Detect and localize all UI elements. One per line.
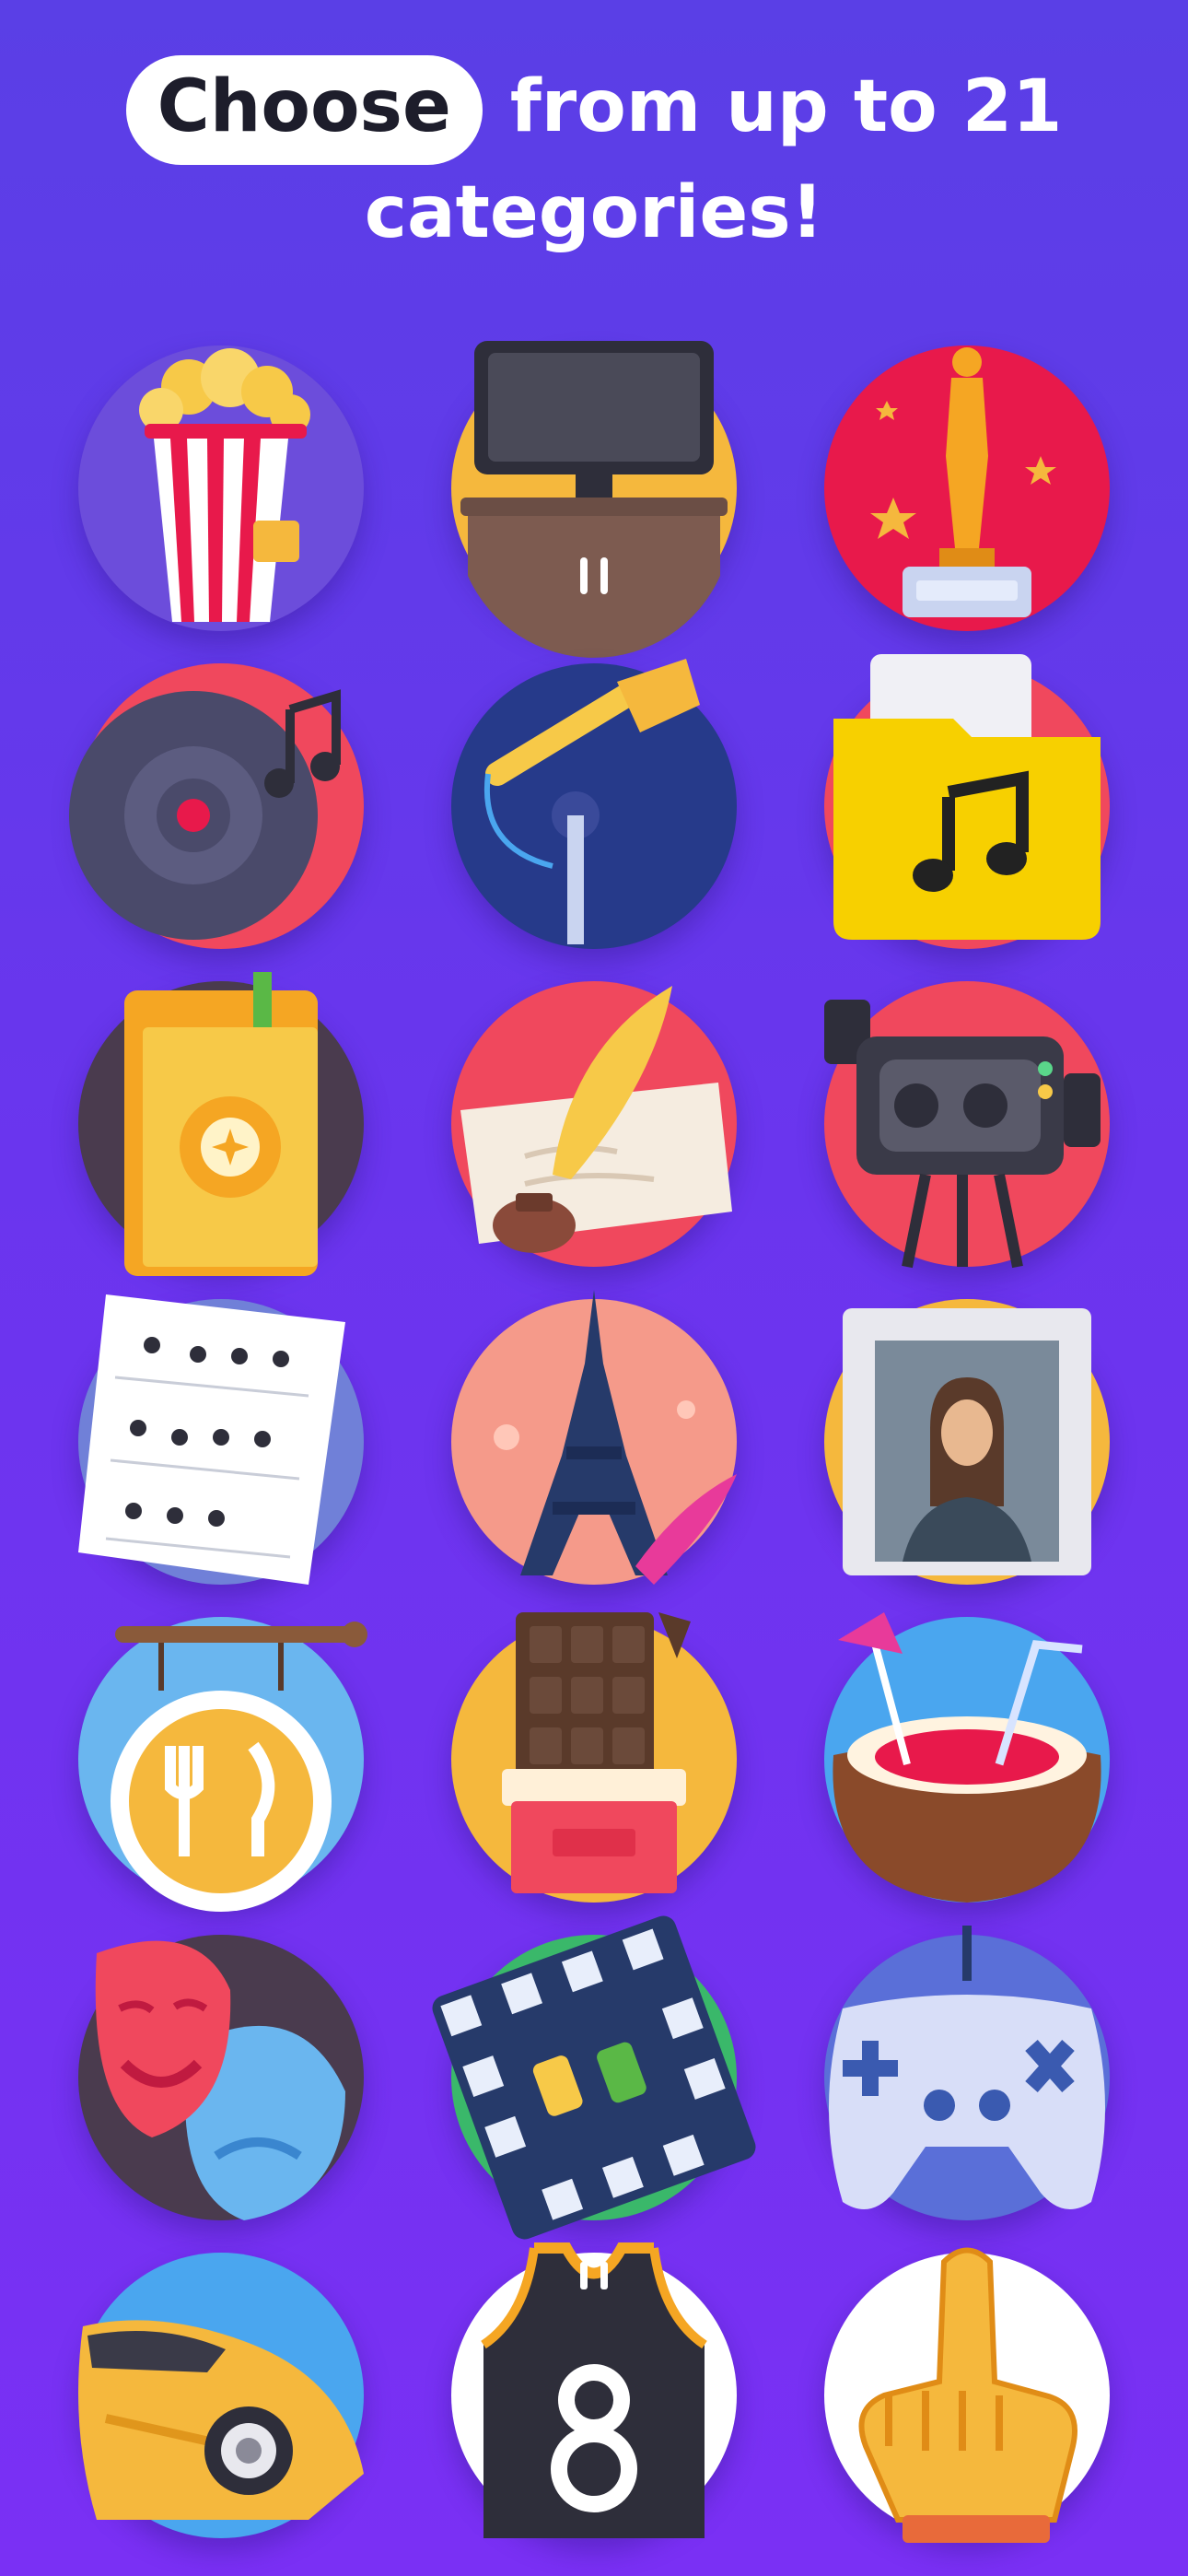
basketball-jersey-icon — [481, 2242, 707, 2538]
category-tile[interactable] — [442, 654, 746, 958]
category-tile[interactable] — [815, 1926, 1119, 2230]
vinyl-record-icon — [69, 689, 341, 940]
category-tile[interactable] — [69, 1608, 373, 1912]
category-tile[interactable] — [69, 1926, 373, 2230]
category-tile[interactable] — [432, 1915, 756, 2240]
headline-line-2: categories! — [364, 171, 824, 255]
microphone-icon — [483, 659, 700, 944]
race-car-icon — [78, 2320, 364, 2520]
headline-line-1-text: from up to 21 — [509, 65, 1063, 148]
book-icon — [124, 972, 318, 1276]
video-camera-icon — [824, 1000, 1101, 1269]
eiffel-tower-icon — [494, 1290, 737, 1585]
category-tile[interactable] — [442, 1290, 746, 1594]
oscar-trophy-icon — [870, 347, 1056, 617]
category-tile[interactable] — [69, 972, 373, 1276]
headline: Choose from up to 21 categories! — [0, 55, 1188, 263]
category-tile[interactable] — [442, 336, 746, 658]
category-tile[interactable] — [69, 1290, 373, 1594]
category-tile[interactable] — [815, 972, 1119, 1276]
chocolate-bar-icon — [502, 1612, 691, 1893]
category-tile[interactable] — [69, 654, 373, 958]
category-tile[interactable] — [442, 972, 746, 1276]
portrait-painting-icon — [843, 1308, 1091, 1575]
category-tile[interactable] — [815, 2243, 1119, 2547]
television-icon — [460, 341, 728, 658]
category-tile[interactable] — [442, 2242, 746, 2547]
category-tile[interactable] — [815, 336, 1119, 640]
coconut-drink-icon — [833, 1612, 1101, 1903]
foam-finger-icon — [858, 2247, 1077, 2543]
category-tile[interactable] — [442, 1608, 746, 1912]
category-tile[interactable] — [815, 654, 1119, 958]
quill-scroll-icon — [460, 986, 732, 1253]
game-controller-icon — [829, 1926, 1105, 2209]
popcorn-icon — [139, 348, 310, 622]
highlight-pill: Choose — [125, 55, 483, 166]
restaurant-sign-icon — [111, 1622, 367, 1912]
music-folder-icon — [833, 654, 1101, 940]
theater-masks-icon — [95, 1940, 345, 2220]
sheet-music-icon — [78, 1294, 345, 1585]
category-tile[interactable] — [69, 2243, 373, 2547]
headline-line-1: Choose from up to 21 — [0, 55, 1188, 166]
category-tile[interactable] — [69, 336, 373, 640]
category-tile[interactable] — [815, 1290, 1119, 1594]
category-tile[interactable] — [815, 1608, 1119, 1912]
board-game-icon — [432, 1915, 756, 2240]
